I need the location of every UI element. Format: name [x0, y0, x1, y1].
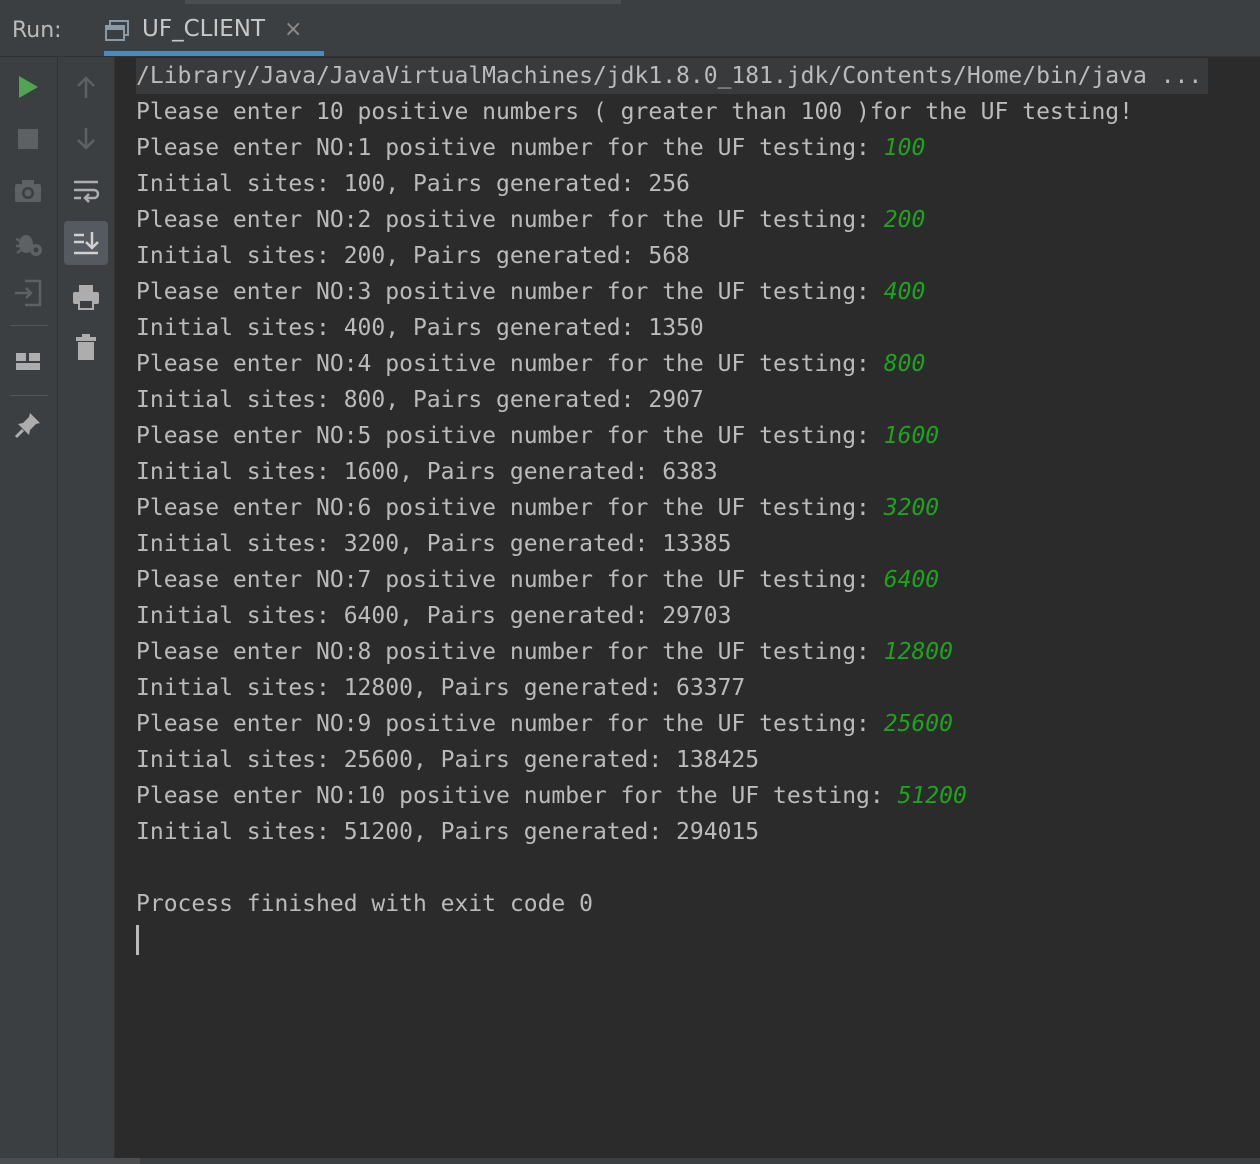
tab-active-indicator	[104, 51, 324, 56]
prompt-line: Please enter NO:2 positive number for th…	[136, 202, 925, 238]
user-input: 25600	[883, 711, 953, 737]
prompt-line: Please enter NO:5 positive number for th…	[136, 418, 939, 454]
pin-tab-button[interactable]	[0, 403, 56, 447]
prompt-line: Please enter NO:10 positive number for t…	[136, 778, 967, 814]
result-line: Initial sites: 100, Pairs generated: 256	[136, 171, 690, 197]
prompt-line: Please enter NO:6 positive number for th…	[136, 490, 939, 526]
scroll-to-end-button[interactable]	[58, 221, 114, 265]
user-input: 800	[883, 351, 926, 377]
close-tab-icon[interactable]: ×	[284, 17, 302, 42]
prompt-text: Please enter NO:9 positive number for th…	[136, 711, 884, 737]
result-line: Initial sites: 3200, Pairs generated: 13…	[136, 531, 732, 557]
toolbar-separator	[10, 325, 48, 326]
prompt-line: Please enter NO:3 positive number for th…	[136, 274, 925, 310]
prompt-line: Please enter NO:4 positive number for th…	[136, 346, 925, 382]
scroll-to-end-icon	[74, 232, 99, 255]
command-line: /Library/Java/JavaVirtualMachines/jdk1.8…	[136, 58, 1209, 94]
text-caret	[136, 925, 139, 955]
debug-settings-button[interactable]	[0, 221, 56, 265]
user-input: 3200	[883, 495, 940, 521]
dump-threads-button[interactable]	[0, 169, 56, 213]
user-input: 400	[883, 279, 926, 305]
trash-icon	[76, 334, 96, 360]
rerun-button[interactable]	[0, 65, 56, 109]
horizontal-scrollbar[interactable]	[0, 1158, 140, 1164]
down-arrow-icon	[77, 128, 95, 150]
run-label: Run:	[12, 18, 62, 43]
finish-line: Process finished with exit code 0	[136, 891, 593, 917]
result-line: Initial sites: 800, Pairs generated: 290…	[136, 387, 704, 413]
print-icon	[73, 285, 99, 310]
user-input: 200	[883, 207, 926, 233]
stop-icon	[18, 129, 38, 149]
toolbar-separator	[10, 395, 48, 396]
stop-button[interactable]	[0, 117, 56, 161]
pin-icon	[14, 413, 40, 439]
run-tool-window-header: Run: UF_CLIENT ×	[0, 6, 1260, 57]
prompt-line: Please enter NO:9 positive number for th…	[136, 706, 953, 742]
user-input: 1600	[883, 423, 940, 449]
prompt-text: Please enter NO:3 positive number for th…	[136, 279, 884, 305]
next-occurrence-button[interactable]	[58, 117, 114, 161]
intro-line: Please enter 10 positive numbers ( great…	[136, 99, 1133, 125]
rerun-icon	[19, 76, 38, 98]
tab-uf-client[interactable]: UF_CLIENT ×	[104, 6, 324, 56]
prompt-line: Please enter NO:8 positive number for th…	[136, 634, 953, 670]
layout-button[interactable]	[0, 339, 56, 383]
prompt-text: Please enter NO:10 positive number for t…	[136, 783, 898, 809]
result-line: Initial sites: 1600, Pairs generated: 63…	[136, 459, 718, 485]
print-button[interactable]	[58, 275, 114, 319]
clear-all-button[interactable]	[58, 325, 114, 369]
tab-title: UF_CLIENT	[142, 16, 266, 42]
user-input: 100	[883, 135, 926, 161]
run-actions-toolbar	[0, 57, 58, 1164]
user-input: 51200	[897, 783, 967, 809]
result-line: Initial sites: 6400, Pairs generated: 29…	[136, 603, 732, 629]
prompt-line: Please enter NO:7 positive number for th…	[136, 562, 939, 598]
user-input: 12800	[883, 639, 953, 665]
prompt-text: Please enter NO:2 positive number for th…	[136, 207, 884, 233]
prompt-text: Please enter NO:7 positive number for th…	[136, 567, 884, 593]
prompt-text: Please enter NO:4 positive number for th…	[136, 351, 884, 377]
result-line: Initial sites: 200, Pairs generated: 568	[136, 243, 690, 269]
prompt-text: Please enter NO:1 positive number for th…	[136, 135, 884, 161]
prompt-text: Please enter NO:5 positive number for th…	[136, 423, 884, 449]
soft-wrap-icon	[74, 180, 100, 203]
console-window-icon	[105, 20, 129, 41]
result-line: Initial sites: 400, Pairs generated: 135…	[136, 315, 704, 341]
result-line: Initial sites: 12800, Pairs generated: 6…	[136, 675, 746, 701]
horizontal-scrollbar[interactable]	[185, 0, 621, 4]
layout-icon	[16, 353, 40, 370]
result-line: Initial sites: 51200, Pairs generated: 2…	[136, 819, 760, 845]
prompt-text: Please enter NO:8 positive number for th…	[136, 639, 884, 665]
debug-settings-icon	[15, 235, 42, 256]
soft-wrap-button[interactable]	[58, 169, 114, 213]
console-output[interactable]: /Library/Java/JavaVirtualMachines/jdk1.8…	[136, 58, 1246, 1148]
restore-layout-button[interactable]	[0, 271, 56, 315]
camera-icon	[15, 180, 41, 202]
result-line: Initial sites: 25600, Pairs generated: 1…	[136, 747, 760, 773]
user-input: 6400	[883, 567, 940, 593]
horizontal-scroll-area	[0, 1158, 1260, 1164]
console-actions-toolbar	[58, 57, 115, 1164]
prompt-text: Please enter NO:6 positive number for th…	[136, 495, 884, 521]
previous-occurrence-button[interactable]	[58, 65, 114, 109]
import-icon	[15, 279, 42, 307]
prompt-line: Please enter NO:1 positive number for th…	[136, 130, 925, 166]
up-arrow-icon	[77, 76, 95, 98]
